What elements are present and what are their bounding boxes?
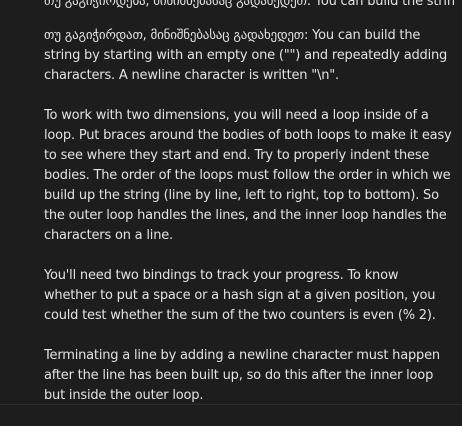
bottom-divider [0, 404, 462, 405]
hint-top-clipped-line: თუ გაგიჭირდება, მინიშნებასაც გადახედეთ: … [44, 0, 454, 9]
hint-paragraph-1: თუ გაგიჭირდათ, მინიშნებასაც გადახედეთ: Y… [44, 28, 448, 83]
hint-paragraph-4: Terminating a line by adding a newline c… [44, 348, 440, 403]
hint-paragraph-2: To work with two dimensions, you will ne… [44, 108, 452, 243]
hint-paragraph-3: You'll need two bindings to track your p… [44, 268, 436, 323]
hint-text-panel: თუ გაგიჭირდება, მინიშნებასაც გადახედეთ: … [44, 0, 454, 426]
